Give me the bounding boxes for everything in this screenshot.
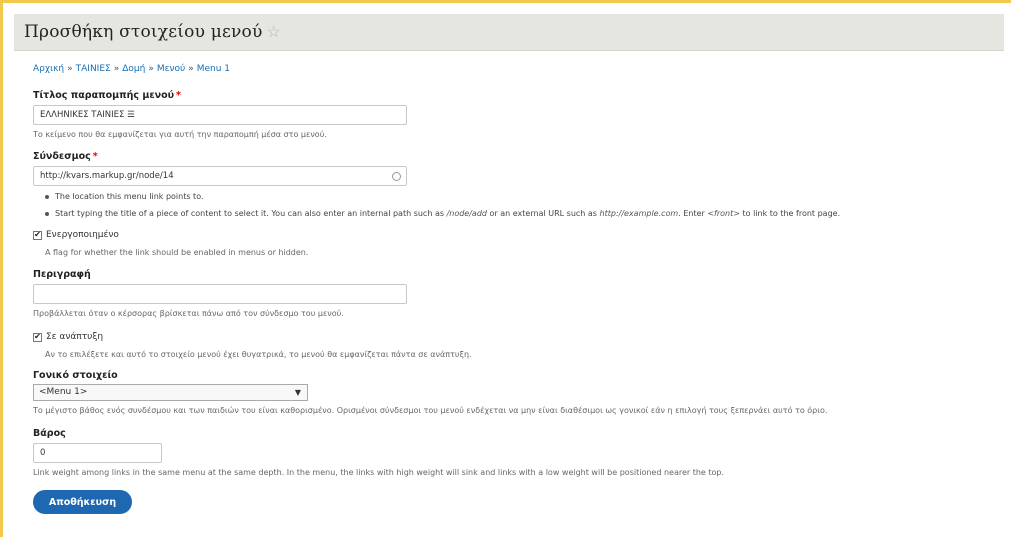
star-icon[interactable]: ☆ xyxy=(267,22,282,41)
required-marker: * xyxy=(92,151,98,162)
breadcrumb: Αρχική» ΤΑΙΝΙΕΣ» Δομή» Μενού» Menu 1 xyxy=(33,64,230,74)
weight-description: Link weight among links in the same menu… xyxy=(33,468,725,477)
link-help-url: http://example.com xyxy=(599,209,679,218)
expanded-row: ✔ Σε ανάπτυξη xyxy=(33,332,103,342)
page-title-text: Προσθήκη στοιχείου μενού xyxy=(24,22,263,42)
breadcrumb-structure[interactable]: Δομή xyxy=(122,64,145,74)
link-help-text: to link to the front page. xyxy=(739,209,841,218)
breadcrumb-separator: » xyxy=(188,64,194,74)
link-help-item: Start typing the title of a piece of con… xyxy=(45,209,840,218)
page-header: Προσθήκη στοιχείου μενού ☆ xyxy=(14,14,1004,51)
description-help: Προβάλλεται όταν ο κέρσορας βρίσκεται πά… xyxy=(33,309,344,318)
link-help-text: Start typing the title of a piece of con… xyxy=(55,209,447,218)
link-help-text: . Enter xyxy=(678,209,708,218)
parent-select[interactable]: <Menu 1> ▼ xyxy=(33,384,308,401)
weight-label: Βάρος xyxy=(33,428,66,439)
link-input-value: http://kvars.markup.gr/node/14 xyxy=(40,171,174,181)
breadcrumb-home[interactable]: Αρχική xyxy=(33,64,64,74)
breadcrumb-menus[interactable]: Μενού xyxy=(157,64,185,74)
breadcrumb-site[interactable]: ΤΑΙΝΙΕΣ xyxy=(76,64,111,74)
breadcrumb-menu1[interactable]: Menu 1 xyxy=(197,64,230,74)
bullet-icon xyxy=(45,194,49,199)
enabled-label[interactable]: Ενεργοποιημένο xyxy=(46,230,119,240)
required-marker: * xyxy=(176,90,181,101)
title-input[interactable]: ΕΛΛΗΝΙΚΕΣ ΤΑΙΝΙΕΣ ☰ xyxy=(33,105,407,125)
page-title: Προσθήκη στοιχείου μενού ☆ xyxy=(24,22,281,42)
save-button[interactable]: Αποθήκευση xyxy=(33,490,132,514)
link-help-text: or an external URL such as xyxy=(486,209,600,218)
bullet-icon xyxy=(45,211,49,216)
enabled-row: ✔ Ενεργοποιημένο xyxy=(33,230,119,240)
breadcrumb-separator: » xyxy=(113,64,120,74)
expanded-label[interactable]: Σε ανάπτυξη xyxy=(46,332,103,342)
description-input[interactable] xyxy=(33,284,407,304)
parent-description: Το μέγιστο βάθος ενός συνδέσμου και των … xyxy=(33,406,828,415)
weight-input[interactable]: 0 xyxy=(33,443,162,463)
enabled-description: A flag for whether the link should be en… xyxy=(45,248,309,257)
link-label: Σύνδεσμος * xyxy=(33,151,98,162)
link-label-text: Σύνδεσμος xyxy=(33,151,91,162)
frame-border-top xyxy=(0,0,1011,3)
title-label: Τίτλος παραπομπής μενού * xyxy=(33,90,181,101)
frame-border-left xyxy=(0,0,3,537)
link-help-front: <front> xyxy=(707,209,740,218)
title-label-text: Τίτλος παραπομπής μενού xyxy=(33,90,175,101)
parent-label: Γονικό στοιχείο xyxy=(33,370,118,381)
link-help-path: /node/add xyxy=(446,209,487,218)
parent-select-value: <Menu 1> xyxy=(39,387,88,397)
link-help-item: The location this menu link points to. xyxy=(45,192,203,201)
expanded-description: Αν το επιλέξετε και αυτό το στοιχείο μεν… xyxy=(45,350,472,359)
enabled-checkbox[interactable]: ✔ xyxy=(33,230,42,240)
autocomplete-icon xyxy=(392,172,401,181)
expanded-checkbox[interactable]: ✔ xyxy=(33,332,42,342)
chevron-down-icon: ▼ xyxy=(294,388,301,397)
breadcrumb-separator: » xyxy=(67,64,73,74)
breadcrumb-separator: » xyxy=(148,64,154,74)
page: Προσθήκη στοιχείου μενού ☆ Αρχική» ΤΑΙΝΙΕΣ… xyxy=(0,0,1011,537)
link-help-text: The location this menu link points to. xyxy=(55,192,204,201)
description-label: Περιγραφή xyxy=(33,269,91,280)
title-description: Το κείμενο που θα εμφανίζεται για αυτή τ… xyxy=(33,130,327,139)
link-input[interactable]: http://kvars.markup.gr/node/14 xyxy=(33,166,407,186)
